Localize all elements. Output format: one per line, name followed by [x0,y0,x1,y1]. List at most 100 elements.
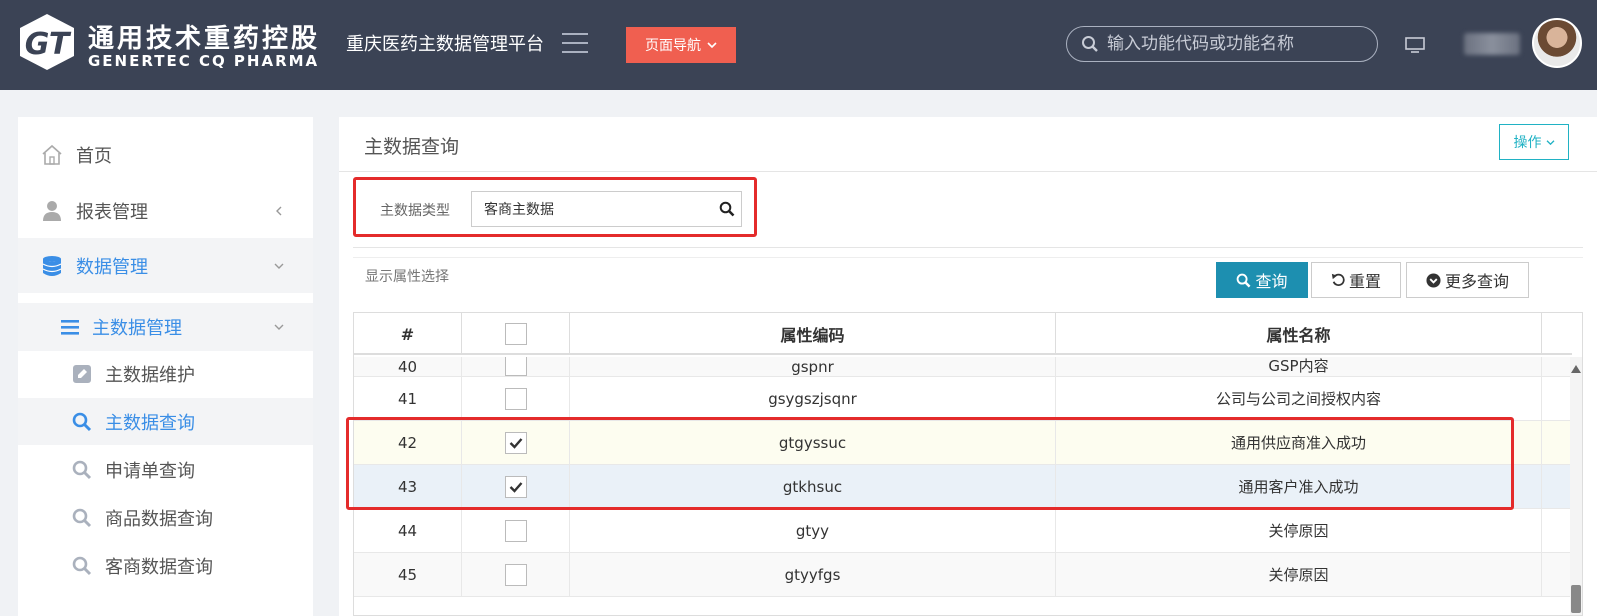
divider [353,247,1583,248]
sidebar-item-label: 主数据维护 [105,364,195,386]
sidebar-item-product-data-query[interactable]: 商品数据查询 [18,494,313,541]
chevron-circle-down-icon [1426,272,1441,288]
avatar[interactable] [1532,18,1582,68]
sidebar: 首页 报表管理 数据管理 主数据管理 主数据维护 主数据查询 申请单查询 商品数… [18,117,313,616]
column-header-number[interactable]: # [354,313,462,355]
table-row[interactable]: 42 gtgyssuc 通用供应商准入成功 [354,421,1572,465]
master-data-type-input[interactable] [471,191,713,227]
menu-toggle-icon[interactable] [562,33,588,53]
more-query-button[interactable]: 更多查询 [1406,262,1529,298]
row-number: 43 [354,465,462,508]
chevron-down-icon [274,263,284,269]
company-logo[interactable]: GT 通用技术重药控股 GENERTEC CQ PHARMA [14,10,332,74]
row-number: 45 [354,553,462,596]
home-icon [42,144,62,165]
sidebar-item-master-data-query[interactable]: 主数据查询 [18,398,313,445]
row-checkbox-cell [462,465,570,508]
chevron-down-icon [707,42,717,49]
table-scrollbar[interactable] [1570,357,1582,615]
sidebar-item-home[interactable]: 首页 [18,127,313,182]
column-header-attribute-code[interactable]: 属性编码 [570,313,1056,355]
search-icon [72,412,92,431]
column-header-spacer [1542,313,1572,355]
row-checkbox-checked[interactable] [504,475,527,498]
scrollbar-thumb[interactable] [1571,585,1581,613]
table-header: # 属性编码 属性名称 [354,313,1572,355]
attribute-selection-label: 显示属性选择 [365,269,449,285]
column-header-attribute-name[interactable]: 属性名称 [1056,313,1542,355]
row-number: 41 [354,377,462,420]
top-bar: GT 通用技术重药控股 GENERTEC CQ PHARMA 重庆医药主数据管理… [0,0,1597,90]
username-blurred[interactable] [1464,33,1520,55]
row-checkbox-cell [462,509,570,552]
database-icon [42,255,62,276]
row-checkbox[interactable] [504,519,527,542]
operations-label: 操作 [1513,134,1542,150]
edit-icon [73,364,91,383]
row-checkbox-cell [462,377,570,420]
sidebar-item-label: 客商数据查询 [105,556,213,578]
attribute-name: 通用供应商准入成功 [1056,421,1542,464]
sidebar-item-merchant-data-query[interactable]: 客商数据查询 [18,542,313,589]
query-button[interactable]: 查询 [1216,262,1308,298]
attribute-code: gtkhsuc [570,465,1056,508]
attribute-name: 关停原因 [1056,553,1542,596]
panel-header: 主数据查询 操作 [339,117,1597,172]
operations-button[interactable]: 操作 [1499,124,1569,160]
page-nav-label: 页面导航 [645,37,701,53]
logo-english-text: GENERTEC CQ PHARMA [88,52,320,70]
sidebar-group-label: 主数据管理 [92,318,182,339]
checkmark-icon [509,481,522,493]
attribute-name: GSP内容 [1056,357,1542,376]
attribute-code: gtyyfgs [570,553,1056,596]
attribute-code: gtgyssuc [570,421,1056,464]
attribute-code: gsygszjsqnr [570,377,1056,420]
sidebar-item-application-query[interactable]: 申请单查询 [18,446,313,493]
row-checkbox-cell [462,553,570,596]
sidebar-group-master-data[interactable]: 主数据管理 [18,303,313,351]
attribute-name: 通用客户准入成功 [1056,465,1542,508]
attributes-table: # 属性编码 属性名称 40 gspnr GSP内容 41 gsygszjsqn… [353,312,1583,616]
scroll-up-icon[interactable] [1571,365,1581,373]
master-data-type-label: 主数据类型 [380,203,450,219]
row-checkbox[interactable] [504,563,527,586]
undo-icon [1331,273,1345,286]
row-checkbox[interactable] [504,357,527,376]
row-checkbox[interactable] [504,387,527,410]
table-row[interactable]: 41 gsygszjsqnr 公司与公司之间授权内容 [354,377,1572,421]
attribute-code: gtyy [570,509,1056,552]
sidebar-item-data-management[interactable]: 数据管理 [18,238,313,293]
search-icon [72,556,92,575]
search-icon [1082,36,1098,52]
monitor-icon[interactable] [1404,35,1426,55]
function-search-input[interactable] [1107,34,1357,54]
table-row[interactable]: 43 gtkhsuc 通用客户准入成功 [354,465,1572,509]
filter-highlight-box: 主数据类型 [353,177,757,237]
row-number: 44 [354,509,462,552]
table-row[interactable]: 44 gtyy 关停原因 [354,509,1572,553]
sidebar-item-reports[interactable]: 报表管理 [18,183,313,238]
reset-button[interactable]: 重置 [1311,262,1401,298]
sidebar-item-master-data-maintain[interactable]: 主数据维护 [18,350,313,397]
logo-chinese-text: 通用技术重药控股 [88,24,321,54]
table-row[interactable]: 40 gspnr GSP内容 [354,357,1572,377]
table-row[interactable]: 45 gtyyfgs 关停原因 [354,553,1572,597]
search-icon [72,460,92,479]
sidebar-item-label: 主数据查询 [105,412,195,434]
sidebar-item-label: 首页 [76,145,112,167]
chevron-left-icon [276,206,282,215]
row-checkbox-checked[interactable] [504,431,527,454]
page-nav-button[interactable]: 页面导航 [626,27,736,63]
sidebar-item-label: 商品数据查询 [105,508,213,530]
search-icon [719,201,734,217]
type-search-button[interactable] [712,191,742,227]
sidebar-item-label: 数据管理 [76,256,148,278]
table-body: 40 gspnr GSP内容 41 gsygszjsqnr 公司与公司之间授权内… [354,357,1572,597]
checkmark-icon [509,437,522,449]
chevron-down-icon [1546,139,1554,145]
select-all-checkbox[interactable] [504,323,527,345]
reset-label: 重置 [1348,274,1381,291]
row-checkbox-cell [462,421,570,464]
attribute-name: 公司与公司之间授权内容 [1056,377,1542,420]
row-number: 42 [354,421,462,464]
